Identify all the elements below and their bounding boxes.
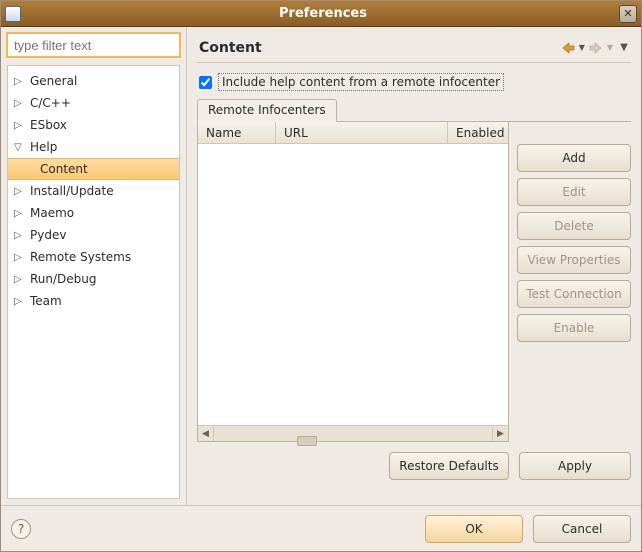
chevron-right-icon: ▷ <box>14 274 28 285</box>
restore-defaults-label: Restore Defaults <box>399 459 498 473</box>
chevron-right-icon: ▷ <box>14 230 28 241</box>
h-scrollbar[interactable]: ◀ ▶ <box>198 425 508 441</box>
ok-button[interactable]: OK <box>425 515 523 543</box>
edit-label: Edit <box>562 185 585 199</box>
titlebar: Preferences ✕ <box>1 1 641 27</box>
scroll-left-icon[interactable]: ◀ <box>198 427 214 441</box>
chevron-right-icon: ▷ <box>14 120 28 131</box>
tree-item[interactable]: ▷Pydev <box>8 224 179 246</box>
table-body[interactable] <box>198 144 508 425</box>
tree-item-label: General <box>28 74 77 88</box>
tree-item[interactable]: ▷Team <box>8 290 179 312</box>
delete-label: Delete <box>554 219 593 233</box>
tree-item-label: Maemo <box>28 206 74 220</box>
tab-strip: Remote Infocenters <box>197 99 631 122</box>
apply-label: Apply <box>558 459 592 473</box>
close-button[interactable]: ✕ <box>619 5 637 23</box>
chevron-right-icon: ▷ <box>14 98 28 109</box>
arrow-right-icon <box>589 42 603 54</box>
dialog-footer: ? OK Cancel <box>1 505 641 551</box>
remote-infocenters-table[interactable]: Name URL Enabled ◀ ▶ <box>197 122 509 442</box>
chevron-down-icon: ▼ <box>579 43 585 52</box>
include-remote-checkbox[interactable] <box>199 76 212 89</box>
include-remote-label: Include help content from a remote infoc… <box>218 73 504 91</box>
tree-item-label: Content <box>38 162 88 176</box>
add-label: Add <box>562 151 585 165</box>
chevron-down-icon: ▽ <box>14 142 28 153</box>
tree-item[interactable]: ▷C/C++ <box>8 92 179 114</box>
table-header: Name URL Enabled <box>198 122 508 144</box>
view-menu-button[interactable]: ▼ <box>617 42 631 53</box>
view-properties-button[interactable]: View Properties <box>517 246 631 274</box>
tree-item-label: Remote Systems <box>28 250 131 264</box>
tree-item-label: Install/Update <box>28 184 114 198</box>
tree-item[interactable]: ▷Install/Update <box>8 180 179 202</box>
tree-item-label: Team <box>28 294 62 308</box>
nav-back-button[interactable] <box>559 40 577 56</box>
triangle-down-icon: ▼ <box>620 42 628 53</box>
delete-button[interactable]: Delete <box>517 212 631 240</box>
filter-input[interactable] <box>7 33 180 57</box>
enable-button[interactable]: Enable <box>517 314 631 342</box>
tree-item[interactable]: ▷Maemo <box>8 202 179 224</box>
table-area: Name URL Enabled ◀ ▶ Add Edit Delete <box>197 122 631 442</box>
category-tree[interactable]: ▷General▷C/C++▷ESbox▽HelpContent▷Install… <box>7 65 180 499</box>
tree-item[interactable]: ▷Run/Debug <box>8 268 179 290</box>
col-header-url[interactable]: URL <box>276 122 448 143</box>
chevron-right-icon: ▷ <box>14 296 28 307</box>
edit-button[interactable]: Edit <box>517 178 631 206</box>
preferences-window: Preferences ✕ ▷General▷C/C++▷ESbox▽HelpC… <box>0 0 642 552</box>
cancel-label: Cancel <box>562 522 603 536</box>
nav-forward-button[interactable] <box>587 40 605 56</box>
enable-label: Enable <box>554 321 595 335</box>
tab-remote-infocenters[interactable]: Remote Infocenters <box>197 99 337 122</box>
tree-item-label: Pydev <box>28 228 66 242</box>
test-connection-label: Test Connection <box>526 287 621 301</box>
help-button[interactable]: ? <box>11 519 31 539</box>
window-title: Preferences <box>27 6 619 21</box>
side-button-column: Add Edit Delete View Properties Test Con… <box>517 122 631 442</box>
test-connection-button[interactable]: Test Connection <box>517 280 631 308</box>
chevron-down-icon: ▼ <box>607 43 613 52</box>
tab-label: Remote Infocenters <box>208 103 326 117</box>
body: ▷General▷C/C++▷ESbox▽HelpContent▷Install… <box>1 27 641 505</box>
cancel-button[interactable]: Cancel <box>533 515 631 543</box>
tree-item-label: Run/Debug <box>28 272 97 286</box>
page-title: Content <box>199 40 557 56</box>
chevron-right-icon: ▷ <box>14 76 28 87</box>
apply-button[interactable]: Apply <box>519 452 631 480</box>
add-button[interactable]: Add <box>517 144 631 172</box>
content-header: Content ▼ ▼ ▼ <box>197 33 631 63</box>
scroll-right-icon[interactable]: ▶ <box>492 427 508 441</box>
col-header-enabled[interactable]: Enabled <box>448 122 508 143</box>
chevron-right-icon: ▷ <box>14 186 28 197</box>
tree-item-label: ESbox <box>28 118 67 132</box>
col-header-name[interactable]: Name <box>198 122 276 143</box>
arrow-left-icon <box>561 42 575 54</box>
include-remote-row: Include help content from a remote infoc… <box>197 73 631 91</box>
ok-label: OK <box>465 522 482 536</box>
chevron-right-icon: ▷ <box>14 252 28 263</box>
tree-item[interactable]: Content <box>8 158 179 180</box>
page-action-row: Restore Defaults Apply <box>197 452 631 480</box>
tree-item-label: Help <box>28 140 57 154</box>
tree-item[interactable]: ▽Help <box>8 136 179 158</box>
tree-item[interactable]: ▷ESbox <box>8 114 179 136</box>
tree-item-label: C/C++ <box>28 96 71 110</box>
chevron-right-icon: ▷ <box>14 208 28 219</box>
content-pane: Content ▼ ▼ ▼ Include help content from … <box>187 27 641 505</box>
scroll-thumb[interactable] <box>297 436 317 446</box>
help-icon: ? <box>18 522 24 536</box>
restore-defaults-button[interactable]: Restore Defaults <box>389 452 509 480</box>
view-properties-label: View Properties <box>528 253 621 267</box>
app-icon <box>5 6 21 22</box>
tree-item[interactable]: ▷General <box>8 70 179 92</box>
close-icon: ✕ <box>623 7 632 20</box>
tree-item[interactable]: ▷Remote Systems <box>8 246 179 268</box>
sidebar: ▷General▷C/C++▷ESbox▽HelpContent▷Install… <box>1 27 187 505</box>
